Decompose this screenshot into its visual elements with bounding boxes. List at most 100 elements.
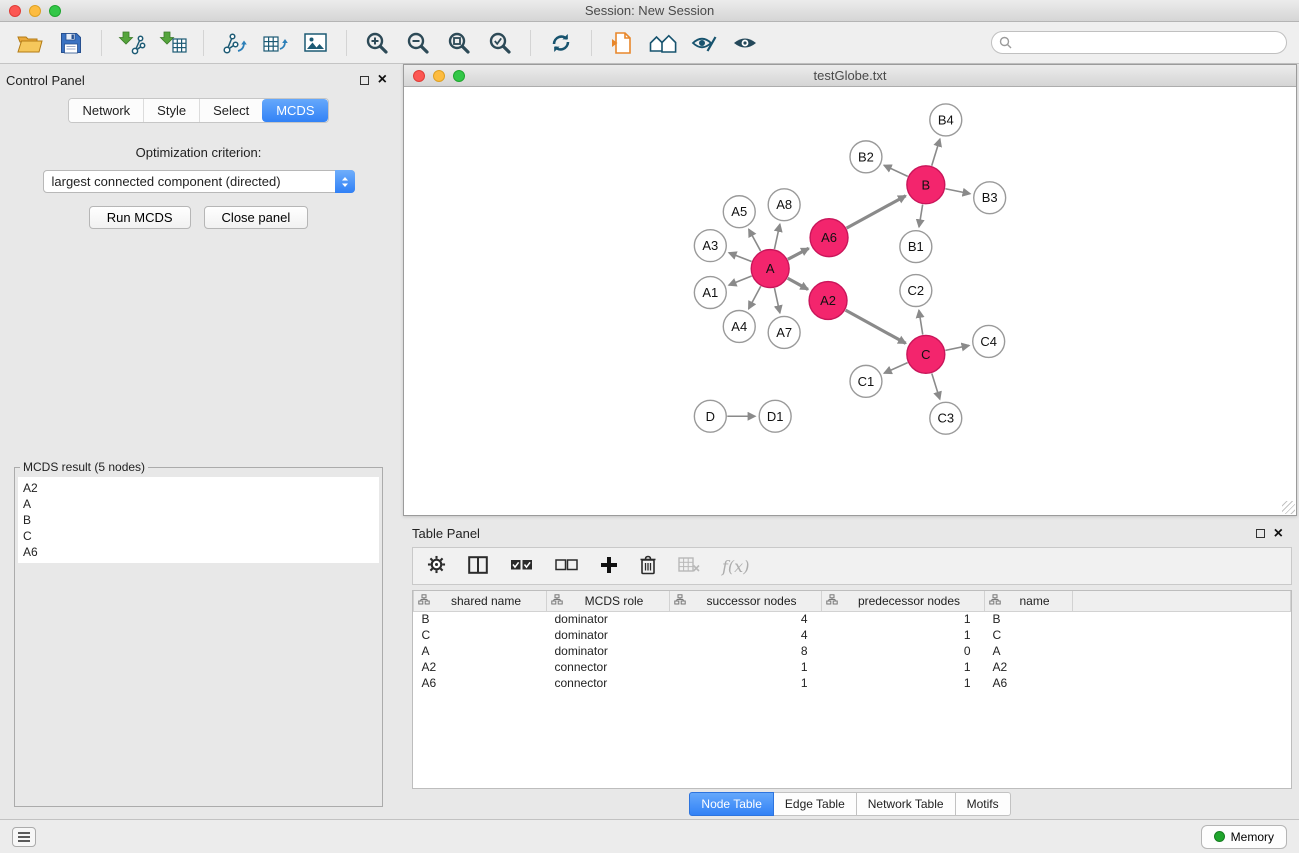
zoom-out-button[interactable] [400,27,436,59]
graph-edge-C-C1[interactable] [884,363,907,374]
graph-edge-A-A6[interactable] [788,248,809,259]
graph-node-A1[interactable]: A1 [694,277,726,309]
graph-node-C1[interactable]: C1 [850,365,882,397]
tab-style[interactable]: Style [143,99,199,122]
show-columns-button[interactable] [468,556,488,577]
minimize-window-button[interactable] [29,5,41,17]
run-mcds-button[interactable]: Run MCDS [89,206,191,229]
tab-network-table[interactable]: Network Table [857,792,956,816]
save-session-button[interactable] [53,27,89,59]
network-close-button[interactable] [413,70,425,82]
network-minimize-button[interactable] [433,70,445,82]
graph-edge-A-A8[interactable] [774,224,779,249]
export-table-button[interactable] [257,27,293,59]
open-file-button[interactable] [12,27,48,59]
graph-edge-A-A1[interactable] [729,276,752,285]
close-table-panel-icon[interactable]: × [1274,529,1283,539]
network-canvas[interactable]: B4B2BB3A8A5A6A3B1AC2A1A2A4A7C4CC1C3DD1 [404,87,1296,515]
column-header-shared-name[interactable]: shared name [414,591,547,611]
tab-motifs[interactable]: Motifs [956,792,1011,816]
graph-node-A8[interactable]: A8 [768,189,800,221]
graph-edge-A-A7[interactable] [774,288,779,313]
zoom-selected-button[interactable] [482,27,518,59]
memory-button[interactable]: Memory [1201,825,1287,849]
document-arrow-button[interactable] [604,27,640,59]
float-panel-icon[interactable] [360,76,369,85]
graph-node-C2[interactable]: C2 [900,275,932,307]
graph-edge-A6-B[interactable] [847,196,906,228]
graph-node-A6[interactable]: A6 [810,219,848,257]
tab-mcds[interactable]: MCDS [262,99,327,122]
select-all-button[interactable] [510,558,533,575]
graph-node-B1[interactable]: B1 [900,231,932,263]
table-row[interactable]: A6connector11A6 [414,675,1291,691]
optimization-dropdown[interactable]: largest connected component (directed) [43,170,355,193]
mcds-result-item[interactable]: A6 [23,544,374,560]
column-header-predecessor-nodes[interactable]: predecessor nodes [822,591,985,611]
graph-edge-A2-C[interactable] [846,310,906,343]
tab-node-table[interactable]: Node Table [689,792,774,816]
graph-node-B4[interactable]: B4 [930,104,962,136]
graph-node-B[interactable]: B [907,166,945,204]
graph-edge-A-A5[interactable] [749,229,761,251]
zoom-in-button[interactable] [359,27,395,59]
import-network-button[interactable] [114,27,150,59]
graph-node-C4[interactable]: C4 [973,325,1005,357]
float-table-panel-icon[interactable] [1256,529,1265,538]
graph-node-A3[interactable]: A3 [694,230,726,262]
graph-edge-B-B4[interactable] [932,139,940,166]
show-panels-button[interactable] [12,827,36,847]
mcds-result-item[interactable]: A2 [23,480,374,496]
export-network-button[interactable] [216,27,252,59]
graph-edge-B-B2[interactable] [884,165,908,176]
graph-node-A7[interactable]: A7 [768,316,800,348]
graph-edge-A-A4[interactable] [749,286,761,309]
mcds-result-item[interactable]: B [23,512,374,528]
column-header-name[interactable]: name [985,591,1073,611]
graph-node-C[interactable]: C [907,335,945,373]
close-panel-icon[interactable]: × [378,75,387,85]
graph-edge-B-B1[interactable] [919,204,923,226]
graph-edge-C-C4[interactable] [945,345,969,350]
graph-node-B3[interactable]: B3 [974,182,1006,214]
graph-node-A4[interactable]: A4 [723,310,755,342]
graph-node-B2[interactable]: B2 [850,141,882,173]
mcds-result-item[interactable]: A [23,496,374,512]
mcds-result-item[interactable]: C [23,528,374,544]
table-row[interactable]: Cdominator41C [414,627,1291,643]
table-row[interactable]: Bdominator41B [414,611,1291,627]
eye-button[interactable] [727,27,763,59]
graph-node-A2[interactable]: A2 [809,282,847,320]
graph-edge-B-B3[interactable] [945,189,970,194]
graph-edge-A-A2[interactable] [788,278,808,289]
graph-node-D1[interactable]: D1 [759,400,791,432]
deselect-all-button[interactable] [555,558,578,575]
tab-network[interactable]: Network [69,99,143,122]
search-input[interactable] [991,31,1287,54]
delete-table-button[interactable] [678,557,700,576]
tab-edge-table[interactable]: Edge Table [774,792,857,816]
import-table-button[interactable] [155,27,191,59]
table-row[interactable]: Adominator80A [414,643,1291,659]
add-column-button[interactable] [600,556,618,577]
function-builder-button[interactable]: f(x) [722,557,749,576]
graph-node-C3[interactable]: C3 [930,402,962,434]
table-row[interactable]: A2connector11A2 [414,659,1291,675]
houses-button[interactable] [645,27,681,59]
refresh-button[interactable] [543,27,579,59]
graph-node-A5[interactable]: A5 [723,196,755,228]
graph-edge-C-C3[interactable] [932,373,940,399]
graph-edge-C-C2[interactable] [919,310,923,334]
close-window-button[interactable] [9,5,21,17]
table-settings-button[interactable] [427,555,446,577]
delete-column-button[interactable] [640,555,656,578]
column-header-successor-nodes[interactable]: successor nodes [670,591,822,611]
network-zoom-button[interactable] [453,70,465,82]
graph-node-D[interactable]: D [694,400,726,432]
close-panel-button[interactable]: Close panel [204,206,309,229]
tab-select[interactable]: Select [199,99,262,122]
eye-edit-button[interactable] [686,27,722,59]
resize-grip[interactable] [1282,501,1295,514]
column-header-mcds-role[interactable]: MCDS role [547,591,670,611]
zoom-fit-button[interactable] [441,27,477,59]
